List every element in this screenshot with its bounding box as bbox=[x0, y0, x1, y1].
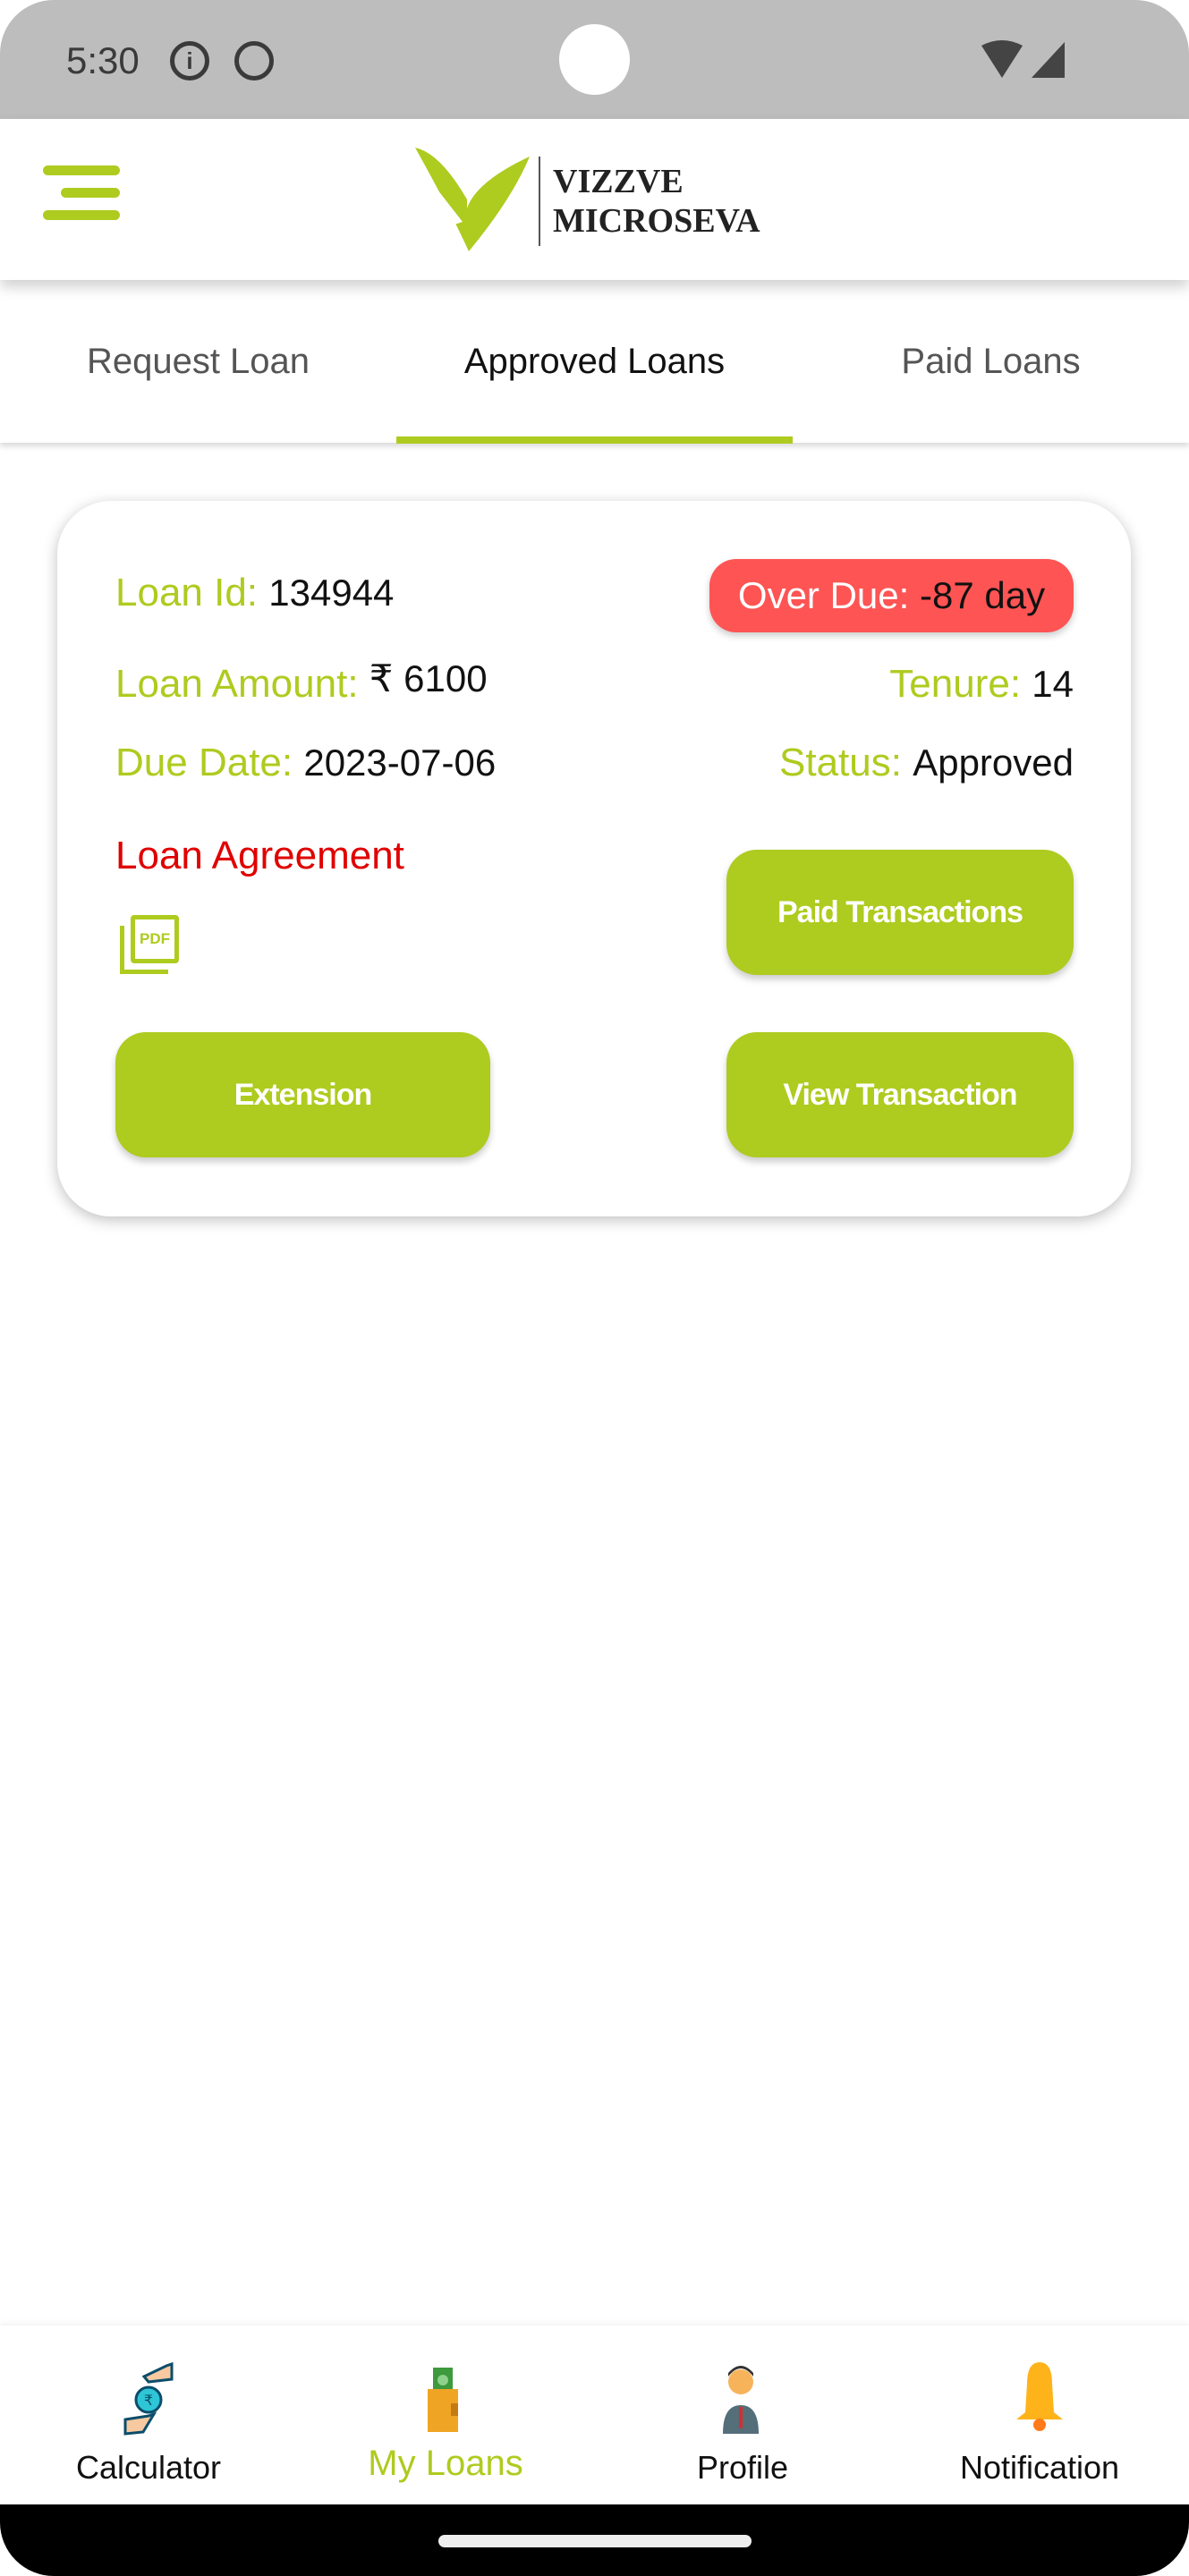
paid-transactions-button[interactable]: Paid Transactions bbox=[726, 850, 1074, 975]
face-icon bbox=[234, 41, 274, 80]
app-header: VIZZVE MICROSEVA bbox=[0, 119, 1189, 280]
tenure-row: Tenure: 14 bbox=[889, 662, 1074, 707]
home-gesture-handle[interactable] bbox=[438, 2535, 752, 2547]
loan-card: Loan Id: 134944 Over Due: -87 day Loan A… bbox=[57, 501, 1131, 1216]
status-row: Status: Approved bbox=[779, 741, 1074, 785]
hamburger-icon bbox=[43, 165, 120, 175]
logo-line1: VIZZVE bbox=[553, 163, 684, 200]
loan-id-value: 134944 bbox=[268, 572, 395, 614]
loan-id-label: Loan Id: bbox=[115, 571, 259, 614]
due-date-row: Due Date: 2023-07-06 bbox=[115, 741, 496, 785]
nav-label: My Loans bbox=[368, 2444, 523, 2483]
logo-line2: MICROSEVA bbox=[553, 202, 760, 240]
wallet-icon bbox=[428, 2368, 458, 2432]
view-transaction-button[interactable]: View Transaction bbox=[726, 1032, 1074, 1157]
nav-my-loans[interactable]: My Loans bbox=[297, 2326, 594, 2504]
loan-amount-value: ₹ 6100 bbox=[369, 657, 488, 699]
logo-text: VIZZVE MICROSEVA bbox=[553, 162, 760, 241]
nav-label: Notification bbox=[959, 2449, 1120, 2486]
loan-amount-row: Loan Amount: ₹ 6100 bbox=[115, 657, 488, 707]
loan-amount-label: Loan Amount: bbox=[115, 662, 359, 706]
menu-button[interactable] bbox=[36, 164, 125, 235]
overdue-badge: Over Due: -87 day bbox=[709, 559, 1074, 632]
nav-profile[interactable]: Profile bbox=[594, 2326, 891, 2504]
signal-icon bbox=[1032, 42, 1065, 78]
tab-approved-loans[interactable]: Approved Loans bbox=[396, 280, 793, 443]
hamburger-line bbox=[43, 210, 120, 220]
camera-cutout bbox=[559, 24, 630, 95]
logo-mark-icon bbox=[415, 148, 530, 251]
tenure-label: Tenure: bbox=[889, 662, 1022, 706]
tab-paid-loans[interactable]: Paid Loans bbox=[793, 280, 1189, 443]
nav-calculator[interactable]: ₹ Calculator bbox=[0, 2326, 297, 2504]
overdue-label: Over Due: bbox=[737, 574, 910, 616]
bottom-nav: ₹ Calculator My Loans Profile Notificati… bbox=[0, 2326, 1189, 2504]
status-value: Approved bbox=[913, 741, 1074, 784]
active-tab-indicator bbox=[396, 436, 793, 444]
logo-divider bbox=[539, 157, 540, 246]
loan-id-row: Loan Id: 134944 bbox=[115, 571, 394, 615]
bell-icon bbox=[1016, 2362, 1063, 2431]
hamburger-line bbox=[61, 188, 120, 198]
nav-notification[interactable]: Notification bbox=[891, 2326, 1188, 2504]
extension-button[interactable]: Extension bbox=[115, 1032, 490, 1157]
loan-agreement-link[interactable]: Loan Agreement bbox=[115, 834, 404, 878]
status-bar: 5:30 i bbox=[0, 0, 1189, 119]
nav-label: Profile bbox=[696, 2449, 789, 2486]
tenure-value: 14 bbox=[1032, 663, 1074, 705]
tab-request-loan[interactable]: Request Loan bbox=[0, 280, 396, 443]
pdf-icon-text: PDF bbox=[131, 915, 179, 963]
pdf-icon[interactable]: PDF bbox=[120, 915, 179, 974]
user-icon bbox=[723, 2366, 759, 2434]
wifi-icon bbox=[981, 40, 1065, 78]
rupee-exchange-icon: ₹ bbox=[123, 2361, 174, 2436]
status-label: Status: bbox=[779, 741, 902, 784]
due-date-label: Due Date: bbox=[115, 741, 293, 784]
tab-bar: Request Loan Approved Loans Paid Loans bbox=[0, 280, 1189, 444]
svg-text:₹: ₹ bbox=[144, 2394, 153, 2409]
info-icon: i bbox=[170, 41, 209, 80]
status-time: 5:30 bbox=[66, 39, 140, 81]
overdue-value: -87 day bbox=[919, 574, 1046, 616]
due-date-value: 2023-07-06 bbox=[303, 741, 497, 784]
nav-label: Calculator bbox=[75, 2449, 222, 2486]
